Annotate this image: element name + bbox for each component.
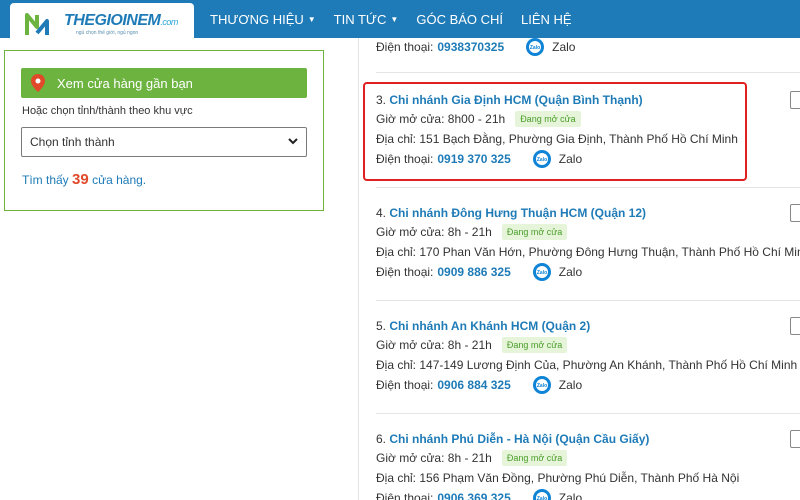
nav-lien-he[interactable]: LIÊN HỆ bbox=[521, 12, 572, 27]
nav-thuong-hieu[interactable]: THƯƠNG HIỆU ▼ bbox=[210, 12, 316, 27]
store-address: 147-149 Lương Định Của, Phường An Khánh,… bbox=[419, 358, 798, 372]
store-select-checkbox[interactable] bbox=[790, 317, 800, 335]
zalo-icon[interactable]: Zalo bbox=[526, 38, 545, 56]
store-search-panel: Xem cửa hàng gần bạn Hoặc chọn tỉnh/thàn… bbox=[4, 50, 324, 211]
opening-hours: 8h - 21h bbox=[447, 338, 492, 352]
logo-tagline: ngủ chọn thế giới, ngủ ngon bbox=[76, 30, 139, 36]
svg-text:Zalo: Zalo bbox=[530, 45, 540, 51]
separator bbox=[376, 300, 800, 301]
store-item: 4. Chi nhánh Đông Hưng Thuận HCM (Quận 1… bbox=[376, 204, 800, 282]
store-item: 6. Chi nhánh Phú Diễn - Hà Nội (Quận Cầu… bbox=[376, 430, 800, 500]
highlight-box bbox=[363, 82, 747, 181]
zalo-icon[interactable]: Zalo bbox=[532, 376, 551, 394]
province-select[interactable]: Chọn tỉnh thành bbox=[21, 127, 307, 157]
store-name-link[interactable]: Chi nhánh Đông Hưng Thuận HCM (Quận 12) bbox=[389, 206, 646, 220]
separator bbox=[376, 72, 800, 73]
location-pin-icon bbox=[31, 74, 45, 92]
nav-tin-tuc[interactable]: TIN TỨC ▼ bbox=[334, 12, 399, 27]
phone-label: Điện thoại: bbox=[376, 40, 434, 54]
region-hint: Hoặc chọn tỉnh/thành theo khu vực bbox=[22, 105, 193, 117]
chevron-down-icon: ▼ bbox=[390, 14, 399, 24]
zalo-label[interactable]: Zalo bbox=[559, 262, 582, 282]
svg-text:Zalo: Zalo bbox=[537, 383, 547, 389]
svg-text:Zalo: Zalo bbox=[537, 496, 547, 500]
store-name-link[interactable]: Chi nhánh Phú Diễn - Hà Nội (Quận Cầu Gi… bbox=[389, 432, 649, 446]
logo-mark-icon bbox=[25, 13, 49, 35]
separator bbox=[376, 187, 800, 188]
store-item-partial: Điện thoại: 0938370325 Zalo Zalo bbox=[376, 37, 800, 57]
separator bbox=[376, 413, 800, 414]
zalo-label[interactable]: Zalo bbox=[559, 488, 582, 500]
svg-text:Zalo: Zalo bbox=[537, 270, 547, 276]
top-header: THEGIOINEM.com ngủ chọn thế giới, ngủ ng… bbox=[0, 0, 800, 41]
store-select-checkbox[interactable] bbox=[790, 204, 800, 222]
chevron-down-icon bbox=[288, 138, 298, 145]
store-address: 170 Phan Văn Hớn, Phường Đông Hưng Thuận… bbox=[419, 245, 800, 259]
main-nav: THƯƠNG HIỆU ▼ TIN TỨC ▼ GÓC BÁO CHÍ LIÊN H… bbox=[210, 0, 590, 38]
open-status-badge: Đang mở cửa bbox=[501, 224, 568, 240]
store-name-link[interactable]: Chi nhánh An Khánh HCM (Quận 2) bbox=[389, 319, 590, 333]
province-select-value: Chọn tỉnh thành bbox=[30, 135, 115, 149]
opening-hours: 8h - 21h bbox=[447, 451, 492, 465]
phone-link[interactable]: 0909 886 325 bbox=[437, 262, 510, 282]
site-logo[interactable]: THEGIOINEM.com ngủ chọn thế giới, ngủ ng… bbox=[10, 3, 194, 41]
find-nearby-label: Xem cửa hàng gần bạn bbox=[57, 75, 193, 91]
chevron-down-icon: ▼ bbox=[307, 14, 316, 24]
open-status-badge: Đang mở cửa bbox=[501, 450, 568, 466]
phone-link[interactable]: 0906 884 325 bbox=[437, 375, 510, 395]
zalo-label[interactable]: Zalo bbox=[552, 37, 575, 57]
store-address: 156 Phạm Văn Đồng, Phường Phú Diễn, Thàn… bbox=[419, 471, 740, 485]
store-count: 39 bbox=[72, 171, 89, 188]
logo-text: THEGIOINEM.com bbox=[64, 12, 178, 29]
zalo-label[interactable]: Zalo bbox=[559, 375, 582, 395]
phone-link[interactable]: 0938370325 bbox=[437, 37, 504, 57]
open-status-badge: Đang mở cửa bbox=[501, 337, 568, 353]
store-item: 5. Chi nhánh An Khánh HCM (Quận 2) Giờ m… bbox=[376, 317, 800, 395]
find-nearby-button[interactable]: Xem cửa hàng gần bạn bbox=[21, 68, 307, 98]
opening-hours: 8h - 21h bbox=[447, 225, 492, 239]
store-count-text: Tìm thấy 39 cửa hàng. bbox=[22, 171, 147, 188]
zalo-icon[interactable]: Zalo bbox=[532, 263, 551, 281]
zalo-icon[interactable]: Zalo bbox=[532, 489, 551, 500]
store-select-checkbox[interactable] bbox=[790, 91, 800, 109]
store-select-checkbox[interactable] bbox=[790, 430, 800, 448]
phone-link[interactable]: 0906 369 325 bbox=[437, 488, 510, 500]
list-divider bbox=[358, 38, 359, 500]
nav-goc-bao-chi[interactable]: GÓC BÁO CHÍ bbox=[416, 12, 503, 27]
